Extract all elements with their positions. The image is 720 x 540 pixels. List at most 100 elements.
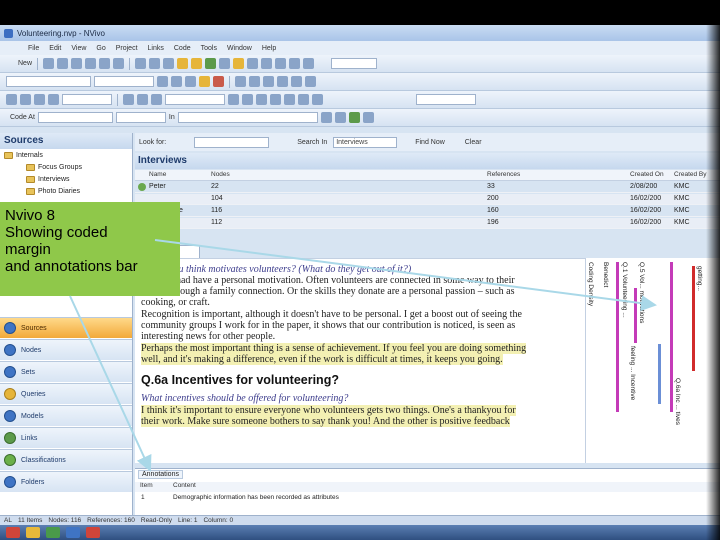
menu-view[interactable]: View xyxy=(71,45,86,52)
nav-folders[interactable]: Folders xyxy=(0,471,132,492)
stop-icon[interactable] xyxy=(48,94,59,105)
memo-icon[interactable] xyxy=(191,58,203,69)
table-icon[interactable] xyxy=(284,94,295,105)
position-slider[interactable] xyxy=(165,94,225,105)
column-content[interactable]: Content xyxy=(173,482,196,489)
tree-item-focus-groups[interactable]: Focus Groups xyxy=(26,164,82,171)
menu-window[interactable]: Window xyxy=(227,45,252,52)
coding-stripe[interactable] xyxy=(670,262,673,412)
undo-icon[interactable] xyxy=(113,58,125,69)
indent-icon[interactable] xyxy=(277,76,288,87)
column-references[interactable]: References xyxy=(487,171,520,178)
column-nodes[interactable]: Nodes xyxy=(211,171,230,178)
menu-code[interactable]: Code xyxy=(174,45,191,52)
table-icon[interactable] xyxy=(270,94,281,105)
forward-icon[interactable] xyxy=(34,94,45,105)
tree-item-interviews[interactable]: Interviews xyxy=(26,176,70,183)
font-color-icon[interactable] xyxy=(213,76,224,87)
tree-item-photo-diaries[interactable]: Photo Diaries xyxy=(26,188,80,195)
menu-edit[interactable]: Edit xyxy=(49,45,61,52)
taskbar-app-icon[interactable] xyxy=(6,527,20,538)
code-at-combo[interactable] xyxy=(37,112,113,123)
clear-button[interactable]: Clear xyxy=(465,139,482,146)
stripe-label[interactable]: Q.5 Vol... motivations xyxy=(638,262,645,323)
table-row[interactable]: 112 196 16/02/200 KMC xyxy=(135,218,720,229)
taskbar-app-icon[interactable] xyxy=(86,527,100,538)
taskbar-app-icon[interactable] xyxy=(46,527,60,538)
menu-help[interactable]: Help xyxy=(262,45,276,52)
uncode-icon[interactable] xyxy=(334,112,346,123)
coding-stripe[interactable] xyxy=(634,288,637,343)
volume-slider[interactable] xyxy=(62,94,112,105)
table-row[interactable]: Peter 22 33 2/08/200 KMC xyxy=(135,182,720,193)
coding-stripe[interactable] xyxy=(658,344,661,404)
save-icon[interactable] xyxy=(43,58,55,69)
taskbar-app-icon[interactable] xyxy=(66,527,80,538)
code-in-vivo-icon[interactable] xyxy=(348,112,360,123)
grid-icon[interactable] xyxy=(275,58,287,69)
list-icon[interactable] xyxy=(135,58,147,69)
coding-stripe[interactable] xyxy=(616,262,619,412)
nav-queries[interactable]: Queries xyxy=(0,383,132,404)
tree-item-internals[interactable]: Internals xyxy=(4,152,43,159)
column-created-by[interactable]: Created By xyxy=(674,171,707,178)
stripe-label[interactable]: getting... xyxy=(696,266,703,291)
column-created-on[interactable]: Created On xyxy=(630,171,664,178)
zoom-slider[interactable] xyxy=(331,58,378,69)
list-icon[interactable] xyxy=(256,94,267,105)
cut-icon[interactable] xyxy=(71,58,83,69)
menu-project[interactable]: Project xyxy=(116,45,138,52)
coding-stripe[interactable] xyxy=(692,266,695,371)
align-right-icon[interactable] xyxy=(151,94,162,105)
print-icon[interactable] xyxy=(57,58,69,69)
link-icon[interactable] xyxy=(205,58,217,69)
find-icon[interactable] xyxy=(261,58,273,69)
column-name[interactable]: Name xyxy=(149,171,166,178)
align-left-icon[interactable] xyxy=(235,76,246,87)
nav-sets[interactable]: Sets xyxy=(0,361,132,382)
nav-links[interactable]: Links xyxy=(0,427,132,448)
menu-tools[interactable]: Tools xyxy=(201,45,217,52)
zoom-icon[interactable] xyxy=(247,58,259,69)
play-icon[interactable] xyxy=(6,94,17,105)
stripe-label[interactable]: Q.1 Volunteering ... xyxy=(621,262,628,318)
stripe-label[interactable]: feeling ... Incentive xyxy=(629,346,636,400)
italic-icon[interactable] xyxy=(171,76,182,87)
list-icon[interactable] xyxy=(242,94,253,105)
highlight-icon[interactable] xyxy=(177,58,189,69)
list-icon[interactable] xyxy=(149,58,161,69)
stripe-label[interactable]: Q.6a Inc ... tives xyxy=(674,378,681,425)
stripe-label[interactable]: Benedict xyxy=(602,262,609,287)
size-combo[interactable] xyxy=(94,76,154,87)
taskbar-app-icon[interactable] xyxy=(26,527,40,538)
stripe-label[interactable]: Coding Density xyxy=(587,262,594,306)
annotation-row[interactable]: 1 Demographic information has been recor… xyxy=(135,494,720,504)
table-row[interactable]: 104 200 16/02/200 KMC xyxy=(135,194,720,205)
document-detail-view[interactable]: you think motivates volunteers? (What do… xyxy=(135,258,585,463)
column-item[interactable]: Item xyxy=(140,482,153,489)
rewind-icon[interactable] xyxy=(20,94,31,105)
copy-icon[interactable] xyxy=(85,58,97,69)
in-combo[interactable] xyxy=(177,112,318,123)
new-button[interactable]: New xyxy=(6,60,32,67)
properties-icon[interactable] xyxy=(219,58,231,69)
menu-go[interactable]: Go xyxy=(96,45,105,52)
frame-icon[interactable] xyxy=(233,58,245,69)
table-row[interactable]: e 116 160 16/02/200 KMC xyxy=(135,206,720,217)
outdent-icon[interactable] xyxy=(291,76,302,87)
list-icon[interactable] xyxy=(228,94,239,105)
nav-classifications[interactable]: Classifications xyxy=(0,449,132,470)
align-center-icon[interactable] xyxy=(137,94,148,105)
align-center-icon[interactable] xyxy=(249,76,260,87)
align-left-icon[interactable] xyxy=(123,94,134,105)
menu-links[interactable]: Links xyxy=(148,45,164,52)
list-icon[interactable] xyxy=(163,58,175,69)
find-now-button[interactable]: Find Now xyxy=(415,139,445,146)
annotations-tab[interactable]: Annotations xyxy=(138,470,183,479)
table-icon[interactable] xyxy=(298,94,309,105)
nav-sources[interactable]: Sources xyxy=(0,317,132,338)
search-in-combo[interactable]: Interviews xyxy=(333,136,398,148)
highlight-color-icon[interactable] xyxy=(199,76,210,87)
nav-models[interactable]: Models xyxy=(0,405,132,426)
underline-icon[interactable] xyxy=(185,76,196,87)
